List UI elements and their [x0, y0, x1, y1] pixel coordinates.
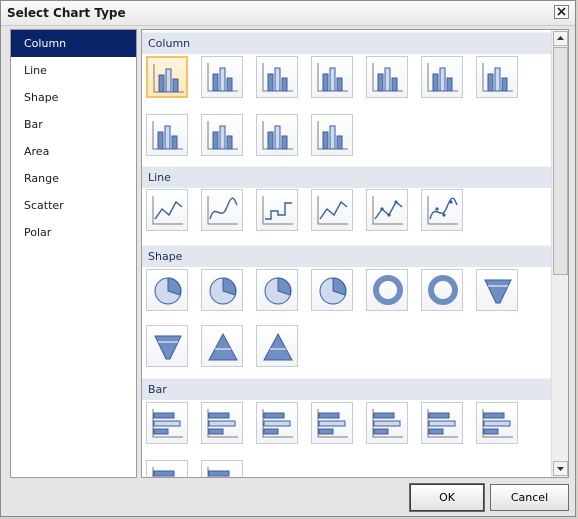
- doughnut-icon: [373, 275, 403, 305]
- smooth-line-option[interactable]: [201, 189, 243, 231]
- 3d-cylinder-icon: [317, 121, 348, 150]
- stacked-cylinder-icon: [207, 121, 238, 150]
- exploded-doughnut-option[interactable]: [421, 269, 463, 311]
- clustered-bar-icon: [152, 409, 183, 438]
- chart-category-list: Column Line Shape Bar Area Range Scatter…: [10, 29, 137, 478]
- line-icon: [152, 196, 183, 225]
- exploded-pie-option[interactable]: [201, 269, 243, 311]
- select-chart-type-dialog: Select Chart Type Column Line Shape Bar …: [0, 0, 576, 517]
- 100-stacked-bar-option[interactable]: [256, 402, 298, 444]
- chart-type-gallery: Column Line Shape Bar: [141, 29, 569, 478]
- 3d-cylinder-bar-option[interactable]: [146, 460, 188, 477]
- scroll-up-button[interactable]: [553, 31, 568, 46]
- pyramid-option[interactable]: [201, 325, 243, 367]
- category-item-range[interactable]: Range: [11, 165, 136, 192]
- 3d-100-stacked-bar-option[interactable]: [421, 402, 463, 444]
- arrow-up-icon: [557, 36, 564, 40]
- funnel-icon: [484, 279, 512, 304]
- stacked-cylinder-bar-option[interactable]: [201, 460, 243, 477]
- stacked-column-icon: [207, 63, 238, 92]
- line-markers-icon: [372, 196, 403, 225]
- category-item-area[interactable]: Area: [11, 138, 136, 165]
- doughnut-option[interactable]: [366, 269, 408, 311]
- 3d-funnel-option[interactable]: [146, 325, 188, 367]
- 3d-line-icon: [317, 196, 348, 225]
- 3d-pie-icon: [264, 277, 292, 305]
- cancel-button[interactable]: Cancel: [490, 484, 569, 511]
- category-item-scatter[interactable]: Scatter: [11, 192, 136, 219]
- exploded-pie-icon: [209, 277, 237, 305]
- category-item-shape[interactable]: Shape: [11, 84, 136, 111]
- 100-stacked-column-option[interactable]: [256, 56, 298, 98]
- category-item-polar[interactable]: Polar: [11, 219, 136, 246]
- smooth-line-icon: [207, 196, 238, 225]
- 3d-funnel-icon: [154, 335, 182, 360]
- category-item-line[interactable]: Line: [11, 57, 136, 84]
- 3d-cylinder-bar-icon: [152, 467, 175, 477]
- line-markers-option[interactable]: [366, 189, 408, 231]
- stacked-cylinder-bar-icon: [207, 467, 230, 477]
- pie-icon: [154, 277, 182, 305]
- cylinder-bar-option[interactable]: [476, 402, 518, 444]
- 3d-pie-option[interactable]: [256, 269, 298, 311]
- exploded-doughnut-icon: [428, 275, 458, 305]
- close-button[interactable]: [554, 5, 569, 19]
- 3d-cylinder-option[interactable]: [311, 114, 353, 156]
- 3d-stacked-column-option[interactable]: [366, 56, 408, 98]
- 3d-clustered-column-option[interactable]: [311, 56, 353, 98]
- stacked-cylinder-option[interactable]: [201, 114, 243, 156]
- stepline-option[interactable]: [256, 189, 298, 231]
- 3d-stacked-bar-icon: [372, 409, 403, 438]
- dialog-title: Select Chart Type: [7, 6, 126, 20]
- 3d-100-stacked-column-option[interactable]: [421, 56, 463, 98]
- stacked-bar-option[interactable]: [201, 402, 243, 444]
- cylinder-column-option[interactable]: [146, 114, 188, 156]
- 3d-exploded-pie-icon: [319, 277, 347, 305]
- pyramid-icon: [208, 332, 238, 361]
- section-header-line: Line: [142, 166, 552, 188]
- 100-stacked-cylinder-option[interactable]: [256, 114, 298, 156]
- section-header-shape: Shape: [142, 245, 552, 267]
- funnel-option[interactable]: [476, 269, 518, 311]
- 3d-exploded-pie-option[interactable]: [311, 269, 353, 311]
- pie-option[interactable]: [146, 269, 188, 311]
- 100-stacked-cylinder-icon: [262, 121, 293, 150]
- 3d-column-icon: [482, 63, 513, 92]
- stacked-bar-icon: [207, 409, 238, 438]
- clustered-column-option[interactable]: [146, 56, 188, 98]
- 3d-clustered-column-icon: [317, 63, 348, 92]
- scroll-down-button[interactable]: [553, 461, 568, 476]
- close-icon: [557, 7, 566, 16]
- smooth-line-markers-option[interactable]: [421, 189, 463, 231]
- stepline-icon: [262, 196, 293, 225]
- 3d-stacked-column-icon: [372, 63, 403, 92]
- category-item-column[interactable]: Column: [11, 30, 136, 57]
- 3d-line-option[interactable]: [311, 189, 353, 231]
- title-bar: Select Chart Type: [1, 1, 575, 26]
- smooth-line-markers-icon: [427, 196, 458, 225]
- section-header-column: Column: [142, 32, 552, 54]
- arrow-down-icon: [557, 467, 564, 471]
- section-header-bar: Bar: [142, 378, 552, 400]
- clustered-bar-option[interactable]: [146, 402, 188, 444]
- ok-button[interactable]: OK: [409, 483, 485, 512]
- cylinder-column-icon: [152, 121, 183, 150]
- 3d-pyramid-icon: [263, 332, 293, 361]
- 100-stacked-column-icon: [262, 63, 293, 92]
- 3d-stacked-bar-option[interactable]: [366, 402, 408, 444]
- 3d-clustered-bar-option[interactable]: [311, 402, 353, 444]
- cylinder-bar-icon: [482, 409, 513, 438]
- stacked-column-option[interactable]: [201, 56, 243, 98]
- 3d-clustered-bar-icon: [317, 409, 348, 438]
- 3d-column-option[interactable]: [476, 56, 518, 98]
- scrollbar-thumb[interactable]: [553, 47, 568, 275]
- 3d-pyramid-option[interactable]: [256, 325, 298, 367]
- category-item-bar[interactable]: Bar: [11, 111, 136, 138]
- clustered-column-icon: [153, 64, 184, 93]
- vertical-scrollbar[interactable]: [551, 30, 568, 477]
- 3d-100-stacked-column-icon: [427, 63, 458, 92]
- 100-stacked-bar-icon: [262, 409, 293, 438]
- 3d-100-stacked-bar-icon: [427, 409, 458, 438]
- line-option[interactable]: [146, 189, 188, 231]
